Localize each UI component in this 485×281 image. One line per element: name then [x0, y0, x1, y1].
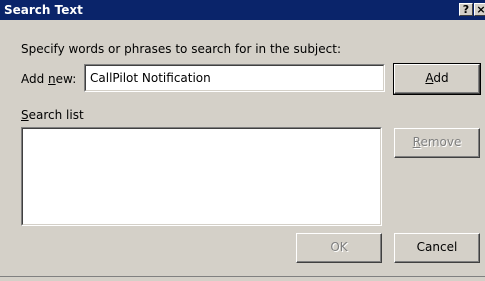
remove-button[interactable]: Remove: [394, 128, 480, 158]
add-new-input-value: CallPilot Notification: [90, 71, 211, 85]
search-text-dialog: Search Text ? × Specify words or phrases…: [0, 0, 485, 281]
add-new-label: Add new:: [21, 72, 76, 86]
remove-button-rest: emove: [420, 135, 462, 149]
dialog-title: Search Text: [4, 3, 83, 17]
add-button[interactable]: Add: [393, 63, 481, 95]
search-list-label-rest: earch list: [28, 108, 84, 122]
add-new-label-accel: n: [48, 72, 56, 86]
instruction-text: Specify words or phrases to search for i…: [21, 42, 341, 56]
dialog-bottom-border: [0, 276, 485, 277]
ok-button[interactable]: OK: [296, 233, 382, 263]
add-button-rest: dd: [433, 71, 449, 85]
close-icon[interactable]: ×: [474, 3, 485, 16]
add-new-label-post: ew:: [55, 72, 77, 86]
search-list-label-accel: S: [21, 108, 29, 122]
add-new-label-pre: Add: [21, 72, 49, 86]
title-bar[interactable]: Search Text ? ×: [0, 0, 485, 20]
add-new-input[interactable]: CallPilot Notification: [84, 64, 385, 92]
search-list-box[interactable]: [21, 127, 382, 226]
help-icon[interactable]: ?: [459, 3, 473, 16]
search-list-label: Search list: [21, 108, 84, 122]
cancel-button[interactable]: Cancel: [394, 233, 480, 263]
